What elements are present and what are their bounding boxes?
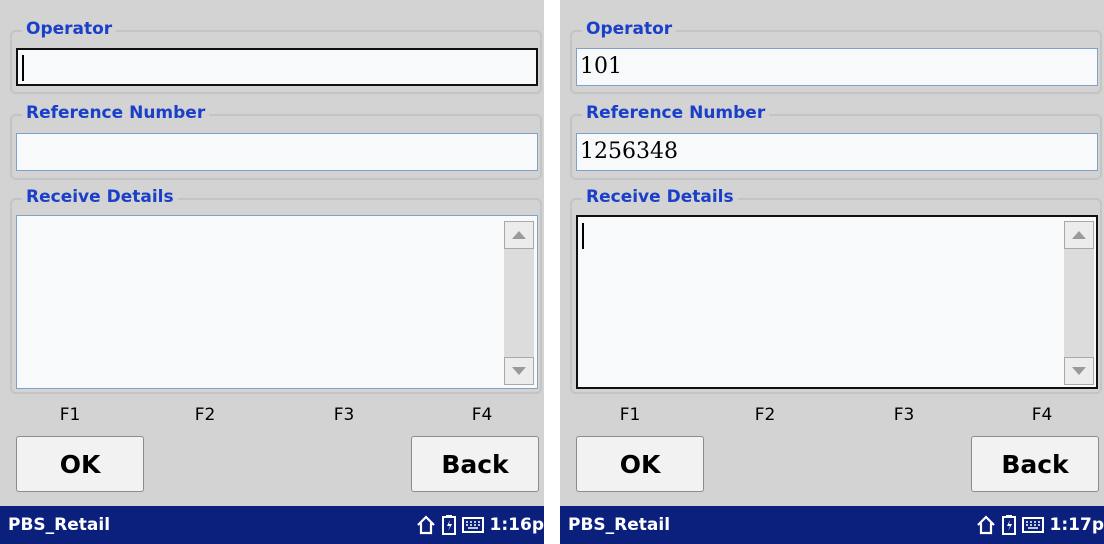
arrow-up-icon xyxy=(512,231,526,239)
fkey-f3: F3 xyxy=(333,405,355,425)
scrollbar[interactable] xyxy=(504,221,534,385)
operator-label: Operator xyxy=(22,18,117,40)
battery-icon[interactable] xyxy=(441,515,456,535)
reference-input[interactable]: 1256348 xyxy=(576,133,1098,171)
fkey-f4: F4 xyxy=(471,405,493,425)
home-icon[interactable] xyxy=(416,515,436,535)
fkey-f1: F1 xyxy=(619,405,641,425)
operator-input[interactable] xyxy=(16,48,538,86)
keyboard-icon[interactable] xyxy=(461,516,484,534)
arrow-down-icon xyxy=(512,367,526,375)
reference-label: Reference Number xyxy=(582,102,770,124)
fkey-f2: F2 xyxy=(194,405,216,425)
arrow-down-icon xyxy=(1072,367,1086,375)
scroll-up-button[interactable] xyxy=(504,221,534,249)
fkey-f1: F1 xyxy=(59,405,81,425)
ok-button[interactable]: OK xyxy=(576,436,704,492)
back-button[interactable]: Back xyxy=(971,436,1099,492)
scrollbar[interactable] xyxy=(1064,221,1094,385)
operator-value: 101 xyxy=(580,54,622,79)
fkey-f4: F4 xyxy=(1031,405,1053,425)
fkey-f3: F3 xyxy=(893,405,915,425)
home-icon[interactable] xyxy=(976,515,996,535)
reference-value: 1256348 xyxy=(580,139,678,164)
screen-right: Operator 101 Reference Number 1256348 Re… xyxy=(560,0,1104,544)
clock[interactable]: 1:17p xyxy=(1050,515,1104,535)
system-tray: 1:16p xyxy=(416,506,544,544)
receive-label: Receive Details xyxy=(22,186,178,208)
ok-button[interactable]: OK xyxy=(16,436,144,492)
taskbar: PBS_Retail 1:16p xyxy=(0,506,544,544)
clock[interactable]: 1:16p xyxy=(490,515,544,535)
scroll-down-button[interactable] xyxy=(504,357,534,385)
text-caret xyxy=(22,55,24,81)
keyboard-icon[interactable] xyxy=(1021,516,1044,534)
operator-label: Operator xyxy=(582,18,677,40)
system-tray: 1:17p xyxy=(976,506,1104,544)
battery-icon[interactable] xyxy=(1001,515,1016,535)
back-button[interactable]: Back xyxy=(411,436,539,492)
screen-left: Operator Reference Number Receive Detail… xyxy=(0,0,544,544)
receive-label: Receive Details xyxy=(582,186,738,208)
app-name[interactable]: PBS_Retail xyxy=(568,515,670,535)
reference-input[interactable] xyxy=(16,133,538,171)
receive-details-textarea[interactable] xyxy=(16,215,538,389)
text-caret xyxy=(582,223,584,249)
receive-details-textarea[interactable] xyxy=(576,215,1098,389)
arrow-up-icon xyxy=(1072,231,1086,239)
reference-label: Reference Number xyxy=(22,102,210,124)
fkey-f2: F2 xyxy=(754,405,776,425)
app-name[interactable]: PBS_Retail xyxy=(8,515,110,535)
taskbar: PBS_Retail 1:17p xyxy=(560,506,1104,544)
scroll-up-button[interactable] xyxy=(1064,221,1094,249)
scroll-down-button[interactable] xyxy=(1064,357,1094,385)
operator-input[interactable]: 101 xyxy=(576,48,1098,86)
